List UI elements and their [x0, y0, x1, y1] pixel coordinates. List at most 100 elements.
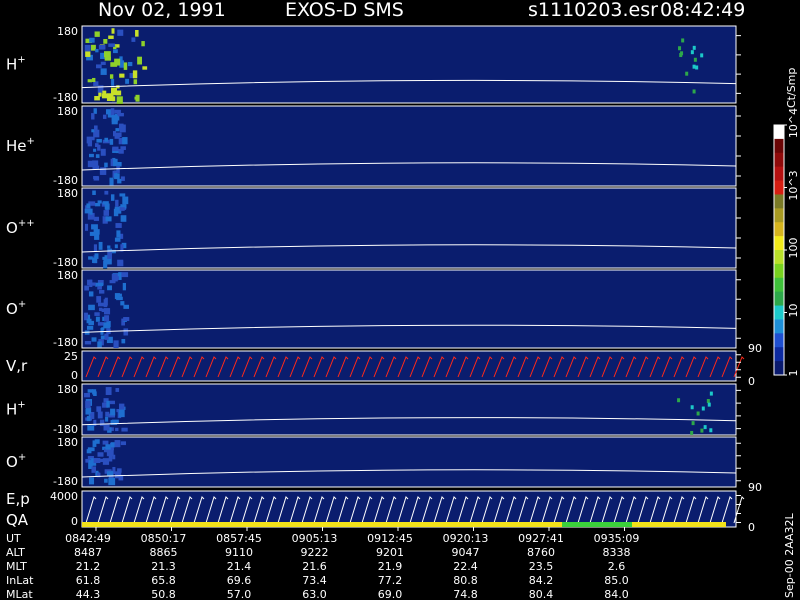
count-cell: [114, 440, 121, 448]
count-cell: [92, 257, 98, 264]
count-cell: [114, 471, 122, 479]
qa-good-bar: [562, 522, 632, 527]
count-cell: [109, 74, 114, 79]
count-cell: [122, 282, 126, 291]
count-cell: [103, 38, 108, 44]
count-cell: [696, 411, 700, 416]
colorbar-cell: [774, 291, 784, 307]
count-cell: [96, 138, 102, 143]
header-instrument: EXOS-D SMS: [285, 0, 404, 21]
table-cell: 80.8: [453, 574, 478, 587]
count-cell: [680, 51, 684, 56]
panel-bg: [82, 491, 736, 527]
count-cell: [92, 282, 96, 286]
table-cell: 0920:13: [443, 532, 489, 545]
count-cell: [116, 90, 122, 96]
count-cell: [700, 428, 704, 433]
count-cell: [91, 136, 95, 141]
count-cell: [92, 77, 96, 83]
count-cell: [131, 37, 136, 42]
count-cell: [98, 241, 103, 250]
count-cell: [96, 64, 102, 69]
ytick-max: 180: [57, 436, 78, 449]
table-cell: 0912:45: [367, 532, 413, 545]
count-cell: [110, 408, 116, 416]
colorbar-cell: [774, 277, 784, 293]
colorbar-tick-label: 10: [787, 304, 800, 318]
count-cell: [86, 318, 92, 324]
count-cell: [113, 158, 118, 167]
panel-label-sup: ++: [18, 218, 35, 229]
colorbar-cell: [774, 263, 784, 279]
colorbar-label: Ct/Smp: [785, 68, 798, 108]
right-tick-label: 0: [748, 375, 755, 388]
count-cell: [86, 203, 91, 209]
colorbar-cell: [774, 152, 784, 168]
count-cell: [93, 458, 101, 464]
count-cell: [105, 387, 112, 395]
count-cell: [709, 428, 713, 433]
count-cell: [692, 89, 696, 94]
count-cell: [114, 237, 121, 242]
count-cell: [93, 419, 97, 426]
panel-label: O+: [6, 452, 26, 471]
count-cell: [87, 389, 93, 393]
count-cell: [91, 224, 98, 230]
table-cell: 73.4: [302, 574, 327, 587]
count-cell: [86, 407, 92, 414]
count-cell: [94, 96, 100, 101]
count-cell: [95, 154, 100, 158]
footer-note: Sep-00 2AA32L: [783, 512, 796, 598]
colorbar-tick-label: 10^3: [787, 170, 800, 200]
count-cell: [111, 117, 118, 125]
table-cell: 69.6: [227, 574, 252, 587]
panel-0: H+ 180 -180: [6, 25, 741, 104]
count-cell: [93, 176, 99, 180]
count-cell: [111, 28, 115, 34]
count-cell: [112, 49, 118, 54]
table-cell: 44.3: [76, 588, 101, 600]
right-tick-label: 90: [748, 342, 762, 355]
count-cell: [95, 316, 100, 322]
spectrogram-figure: Nov 02, 1991 EXOS-D SMS s1110203.esr 08:…: [6, 0, 800, 600]
count-cell: [707, 402, 711, 407]
colorbar-cell: [774, 250, 784, 265]
count-cell: [114, 173, 120, 180]
table-row-name: ALT: [6, 546, 25, 559]
table-cell: 0842:49: [65, 532, 111, 545]
panel-label: E,p: [6, 490, 30, 508]
count-cell: [105, 216, 112, 222]
count-cell: [677, 398, 681, 403]
panel-label: O++: [6, 218, 35, 237]
count-cell: [87, 425, 95, 431]
count-cell: [98, 302, 105, 307]
count-cell: [87, 79, 92, 83]
colorbar-cell: [774, 208, 784, 223]
count-cell: [97, 341, 102, 348]
count-cell: [701, 406, 705, 411]
count-cell: [106, 400, 110, 408]
panel-label-sup: +: [18, 452, 26, 463]
table-cell: 8487: [74, 546, 102, 559]
colorbar-cell: [774, 125, 784, 140]
panel-3: O+ 180 -180 90: [6, 269, 762, 355]
count-cell: [88, 153, 94, 158]
table-cell: 23.5: [529, 560, 554, 573]
count-cell: [97, 144, 101, 151]
count-cell: [91, 466, 97, 473]
count-cell: [693, 57, 697, 62]
panel-label: V,r: [6, 357, 28, 375]
count-cell: [88, 460, 95, 464]
count-cell: [100, 68, 107, 75]
count-cell: [108, 477, 116, 486]
table-row-name: InLat: [6, 574, 34, 587]
table-cell: 57.0: [227, 588, 252, 600]
ytick-min: -180: [53, 336, 78, 349]
count-cell: [120, 441, 127, 446]
panel-1: He+ 180 -180: [6, 105, 741, 187]
count-cell: [84, 208, 91, 214]
count-cell: [89, 477, 95, 485]
panel-bg: [82, 26, 736, 103]
table-cell: 8760: [527, 546, 555, 559]
table-cell: 0857:45: [216, 532, 262, 545]
